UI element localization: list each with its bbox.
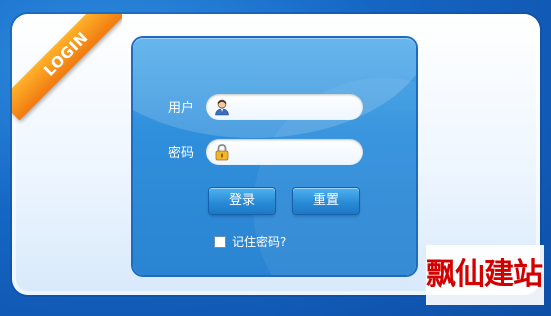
login-button[interactable]: 登录 <box>209 188 275 214</box>
reset-button[interactable]: 重置 <box>293 188 359 214</box>
remember-password[interactable]: 记住密码? <box>214 235 286 249</box>
username-label: 用户 <box>168 101 195 116</box>
login-ribbon: LOGIN <box>12 14 122 124</box>
password-label: 密码 <box>168 146 195 161</box>
login-page: LOGIN 用户 密码 登录 重置 记住密码? 飘仙建站 <box>0 0 551 316</box>
remember-checkbox[interactable] <box>214 236 226 248</box>
lock-icon <box>215 144 229 161</box>
ribbon-label: LOGIN <box>12 14 122 121</box>
user-icon <box>215 99 229 116</box>
password-field[interactable] <box>206 139 363 165</box>
remember-label: 记住密码? <box>232 235 287 249</box>
site-watermark: 飘仙建站 <box>426 245 544 305</box>
username-input[interactable] <box>234 96 358 120</box>
username-field[interactable] <box>206 94 363 120</box>
password-input[interactable] <box>234 141 358 165</box>
